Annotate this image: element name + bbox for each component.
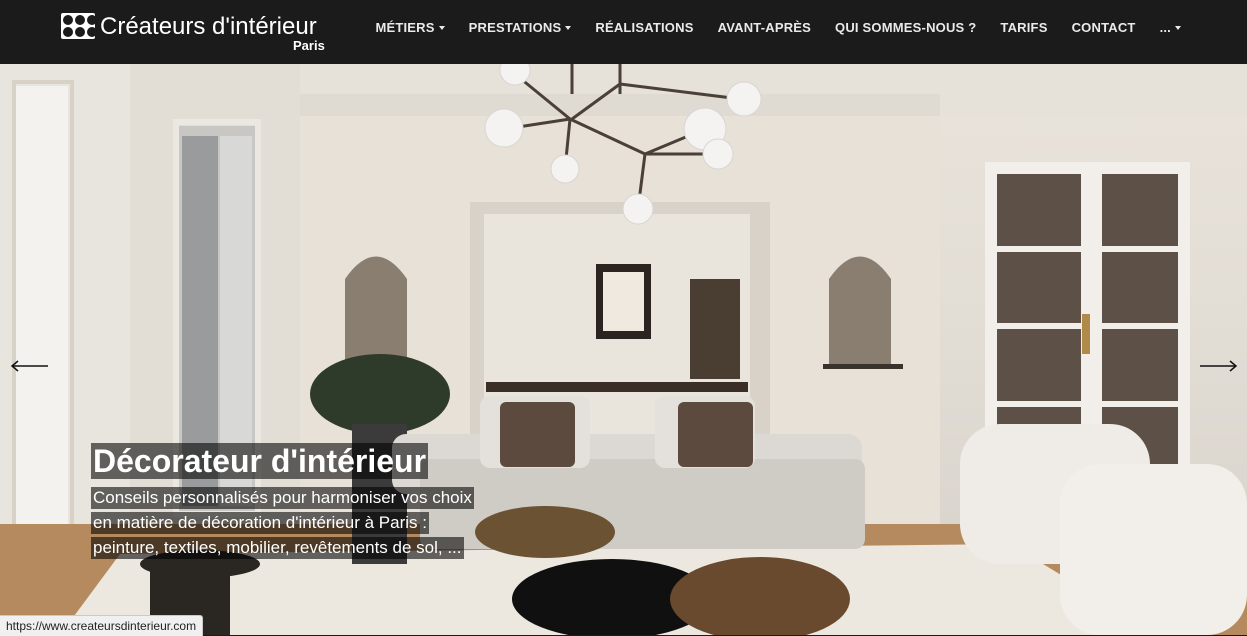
hero-text-line-1: Conseils personnalisés pour harmoniser v… [91,487,474,509]
nav-more-label: ... [1159,19,1171,35]
nav-tarifs[interactable]: TARIFS [1000,20,1047,35]
nav-metiers-label: MÉTIERS [375,19,435,35]
logo-title: Créateurs d'intérieur [100,13,317,40]
nav-realisations[interactable]: RÉALISATIONS [595,20,693,35]
site-logo[interactable]: Créateurs d'intérieur Paris [61,13,325,53]
nav-contact[interactable]: CONTACT [1072,20,1136,35]
chevron-down-icon [565,26,572,31]
hero-caption: Décorateur d'intérieur Conseils personna… [91,443,474,562]
main-menu: MÉTIERS PRESTATIONS RÉALISATIONS AVANT-A… [375,0,1181,54]
hero-text-line-3: peinture, textiles, mobilier, revêtement… [91,537,464,559]
chevron-down-icon [438,26,445,31]
nav-avant-apres[interactable]: AVANT-APRÈS [718,20,811,35]
nav-prestations-label: PRESTATIONS [468,19,562,35]
nav-qui-sommes-nous[interactable]: QUI SOMMES-NOUS ? [835,20,976,35]
nav-metiers[interactable]: MÉTIERS [375,19,445,35]
hero-title: Décorateur d'intérieur [91,443,429,479]
hero-text-line-2: en matière de décoration d'intérieur à P… [91,512,429,534]
link-status-bar: https://www.createursdinterieur.com [0,615,204,636]
arrow-left-icon[interactable] [10,360,50,372]
chevron-down-icon [1175,26,1181,31]
logo-subtitle: Paris [293,38,325,53]
top-navigation-bar: Créateurs d'intérieur Paris MÉTIERS PRES… [0,0,1247,64]
nav-more[interactable]: ... [1160,20,1181,35]
logo-dots-icon [61,13,97,39]
nav-prestations[interactable]: PRESTATIONS [469,20,572,35]
arrow-right-icon[interactable] [1198,360,1238,372]
hero-slider: Décorateur d'intérieur Conseils personna… [0,64,1247,635]
